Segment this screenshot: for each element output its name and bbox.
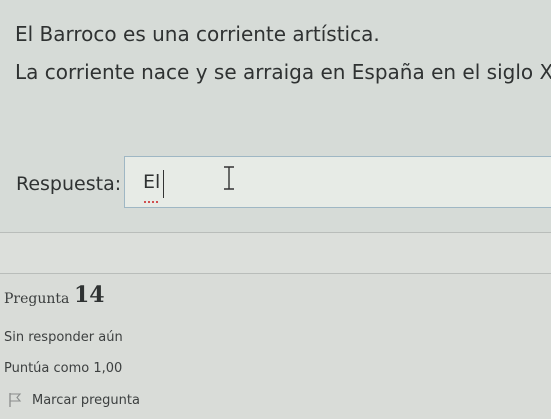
flag-icon [9, 393, 22, 407]
answer-input[interactable] [124, 156, 551, 208]
question-text-line-2: La corriente nace y se arraiga en España… [15, 60, 551, 84]
flag-question-label: Marcar pregunta [32, 392, 140, 408]
text-ibeam-cursor-icon [224, 166, 234, 190]
question-number-label: Pregunta [4, 291, 70, 307]
question-number: 14 [74, 282, 105, 308]
spellcheck-underline [144, 198, 158, 203]
separator [0, 232, 551, 233]
question-text-line-1: El Barroco es una corriente artística. [15, 22, 380, 46]
text-caret [163, 170, 164, 198]
flag-question-button[interactable]: Marcar pregunta [8, 390, 140, 410]
question-status: Sin responder aún [4, 330, 123, 345]
question-panel: El Barroco es una corriente artística. L… [0, 0, 551, 233]
question-score: Puntúa como 1,00 [4, 361, 123, 376]
answer-label: Respuesta: [16, 173, 122, 195]
